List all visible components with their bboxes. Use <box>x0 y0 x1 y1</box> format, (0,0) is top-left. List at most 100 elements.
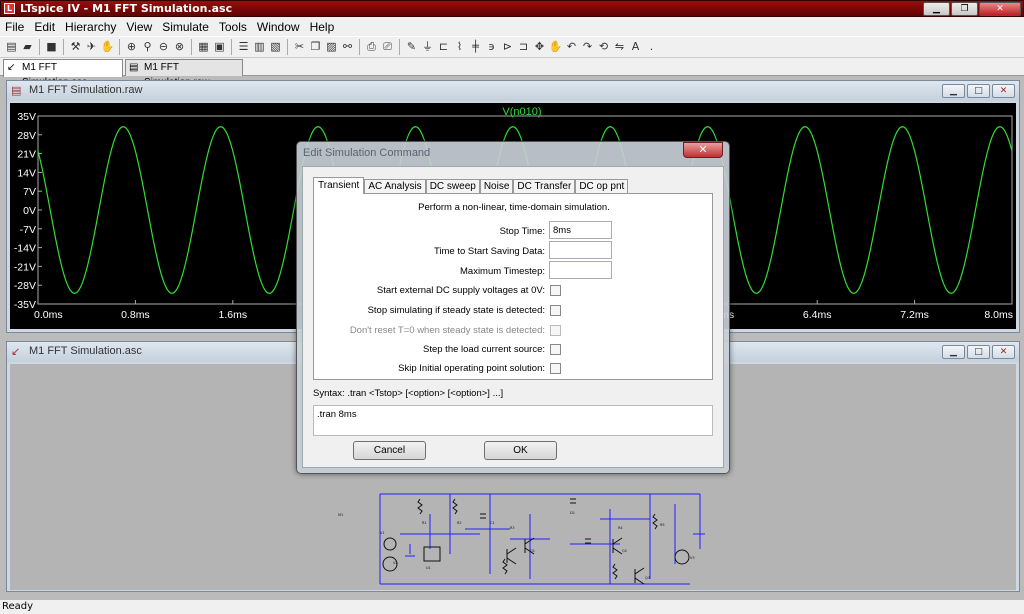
svg-text:V3: V3 <box>690 556 695 560</box>
start-dc-zero-checkbox[interactable] <box>550 285 561 296</box>
menu-edit[interactable]: Edit <box>29 20 60 34</box>
waveform-minimize-button[interactable]: ▁ <box>942 84 965 98</box>
undo-icon[interactable]: ↶ <box>564 39 579 55</box>
dont-reset-t0-checkbox <box>550 325 561 336</box>
tab-dc-transfer[interactable]: DC Transfer <box>513 179 576 194</box>
tab-dc-sweep[interactable]: DC sweep <box>425 179 480 194</box>
schematic-doc-icon: ↙ <box>11 345 21 358</box>
control-panel-icon[interactable]: ⚒ <box>68 39 83 55</box>
app-title: LTspice IV - M1 FFT Simulation.asc <box>20 2 233 15</box>
move-icon[interactable]: ✥ <box>532 39 547 55</box>
pan-icon[interactable]: ⚲ <box>140 39 155 55</box>
restore-button[interactable]: ❐ <box>951 2 978 16</box>
new-schematic-icon[interactable]: ▤ <box>4 39 19 55</box>
command-text[interactable]: .tran 8ms <box>313 405 713 436</box>
dialog-close-button[interactable]: ✕ <box>683 142 723 158</box>
capacitor-icon[interactable]: ╪ <box>468 39 483 55</box>
cascade-icon[interactable]: ▧ <box>268 39 283 55</box>
y-tick-label: -14V <box>14 243 36 255</box>
start-saving-input[interactable] <box>549 241 612 259</box>
schematic-maximize-button[interactable]: □ <box>967 345 990 359</box>
tab-schematic[interactable]: ↙ M1 FFT Simulation.asc <box>3 59 123 88</box>
svg-text:C1: C1 <box>490 521 495 525</box>
schematic-components <box>382 498 690 585</box>
waveform-window-caption: ▤ M1 FFT Simulation.raw ▁ □ ✕ <box>7 81 1019 101</box>
waveform-maximize-button[interactable]: □ <box>967 84 990 98</box>
skip-op-point-label: Skip Initial operating point solution: <box>398 363 545 374</box>
svg-text:R3: R3 <box>510 526 515 530</box>
autorange-icon[interactable]: ▦ <box>196 39 211 55</box>
transient-description: Perform a non-linear, time-domain simula… <box>418 202 610 213</box>
find-icon[interactable]: ⚯ <box>340 39 355 55</box>
zoom-out-icon[interactable]: ⊖ <box>156 39 171 55</box>
menu-window[interactable]: Window <box>252 20 305 34</box>
minimize-button[interactable]: ▁ <box>923 2 950 16</box>
cut-icon[interactable]: ✂ <box>292 39 307 55</box>
max-timestep-input[interactable] <box>549 261 612 279</box>
start-dc-zero-label: Start external DC supply voltages at 0V: <box>376 285 545 296</box>
trace-label[interactable]: V(n010) <box>502 106 541 118</box>
cancel-button[interactable]: Cancel <box>353 441 426 460</box>
inductor-icon[interactable]: ϶ <box>484 39 499 55</box>
menu-help[interactable]: Help <box>305 20 340 34</box>
redo-icon[interactable]: ↷ <box>580 39 595 55</box>
y-tick-label: 0V <box>23 205 36 217</box>
x-tick-label: 0.8ms <box>121 309 150 321</box>
step-load-current-label: Step the load current source: <box>423 344 545 355</box>
stop-steady-state-label: Stop simulating if steady state is detec… <box>367 305 545 316</box>
menu-tools[interactable]: Tools <box>214 20 252 34</box>
tile-vertical-icon[interactable]: ▥ <box>252 39 267 55</box>
zoom-fit-icon[interactable]: ⊗ <box>172 39 187 55</box>
tab-transient[interactable]: Transient <box>313 177 365 194</box>
menu-view[interactable]: View <box>121 20 157 34</box>
tab-ac-analysis[interactable]: AC Analysis <box>364 179 426 194</box>
svg-text:D1: D1 <box>570 511 575 515</box>
wire-icon[interactable]: ✎ <box>404 39 419 55</box>
waveform-close-button[interactable]: ✕ <box>992 84 1015 98</box>
halt-icon[interactable]: ✋ <box>100 39 115 55</box>
step-load-current-checkbox[interactable] <box>550 344 561 355</box>
copy-icon[interactable]: ❐ <box>308 39 323 55</box>
dont-reset-t0-label: Don't reset T=0 when steady state is det… <box>349 325 545 336</box>
mirror-icon[interactable]: ⇋ <box>612 39 627 55</box>
stop-time-input[interactable] <box>549 221 612 239</box>
stop-steady-state-checkbox[interactable] <box>550 305 561 316</box>
tab-waveform[interactable]: ▤ M1 FFT Simulation.raw <box>125 59 243 88</box>
ltspice-logo-icon: L <box>4 3 15 14</box>
save-icon[interactable]: ■ <box>44 39 59 55</box>
menu-hierarchy[interactable]: Hierarchy <box>60 20 121 34</box>
schematic-close-button[interactable]: ✕ <box>992 345 1015 359</box>
diode-icon[interactable]: ⊳ <box>500 39 515 55</box>
schematic-view-icon[interactable]: ▣ <box>212 39 227 55</box>
print-preview-icon[interactable]: ⎚ <box>380 39 395 55</box>
tile-horizontal-icon[interactable]: ☰ <box>236 39 251 55</box>
menu-simulate[interactable]: Simulate <box>157 20 214 34</box>
y-tick-label: 14V <box>17 167 36 179</box>
run-icon[interactable]: ✈ <box>84 39 99 55</box>
ok-button[interactable]: OK <box>484 441 557 460</box>
resistor-icon[interactable]: ⌇ <box>452 39 467 55</box>
print-icon[interactable]: ⎙ <box>364 39 379 55</box>
ground-icon[interactable]: ⏚ <box>420 39 435 55</box>
y-tick-label: 7V <box>23 186 36 198</box>
start-saving-label: Time to Start Saving Data: <box>433 246 545 257</box>
zoom-in-icon[interactable]: ⊕ <box>124 39 139 55</box>
waveform-doc-icon: ▤ <box>129 62 139 73</box>
tab-dc-op-pnt[interactable]: DC op pnt <box>575 179 629 194</box>
close-button[interactable]: ✕ <box>979 2 1021 16</box>
app-titlebar: L LTspice IV - M1 FFT Simulation.asc ▁ ❐… <box>0 0 1024 17</box>
menu-file[interactable]: File <box>0 20 29 34</box>
tab-noise[interactable]: Noise <box>479 179 514 194</box>
rotate-icon[interactable]: ⟲ <box>596 39 611 55</box>
open-icon[interactable]: ▰ <box>20 39 35 55</box>
paste-icon[interactable]: ▨ <box>324 39 339 55</box>
component-icon[interactable]: ⊐ <box>516 39 531 55</box>
spice-directive-icon[interactable]: . <box>644 39 659 55</box>
stop-time-label: Stop Time: <box>499 226 545 237</box>
transient-pane: Perform a non-linear, time-domain simula… <box>313 193 713 380</box>
text-icon[interactable]: A <box>628 39 643 55</box>
label-net-icon[interactable]: ⊏ <box>436 39 451 55</box>
drag-icon[interactable]: ✋ <box>548 39 563 55</box>
schematic-minimize-button[interactable]: ▁ <box>942 345 965 359</box>
skip-op-point-checkbox[interactable] <box>550 363 561 374</box>
